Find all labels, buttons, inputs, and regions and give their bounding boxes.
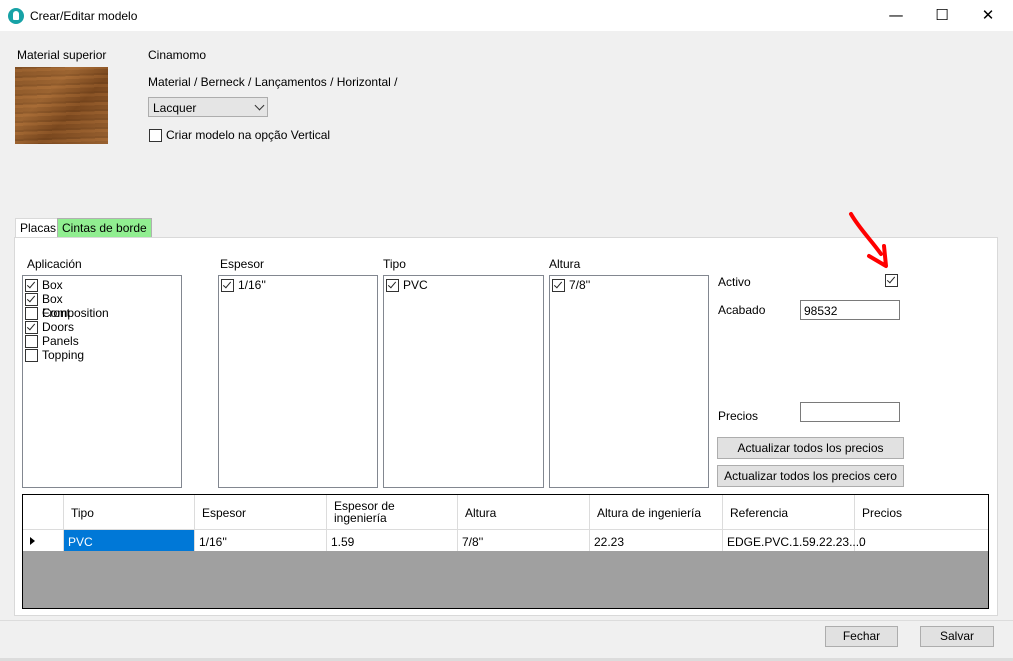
checkbox-doors[interactable] — [25, 321, 38, 334]
checkbox-panels[interactable] — [25, 335, 38, 348]
list-item-label: 7/8'' — [569, 278, 591, 292]
list-item-label: Box — [42, 278, 63, 292]
tab-placas[interactable]: Placas — [15, 218, 62, 238]
title-bar: Crear/Editar modelo — ☐ ✕ — [0, 0, 1013, 31]
maximize-button[interactable]: ☐ — [919, 0, 965, 31]
acabado-label: Acabado — [718, 303, 766, 317]
finish-select[interactable]: Lacquer — [148, 97, 268, 117]
chevron-down-icon — [254, 100, 265, 111]
grid-header: Tipo Espesor Espesor de ingeniería Altur… — [23, 495, 988, 529]
vertical-checkbox[interactable] — [149, 129, 162, 142]
acabado-input[interactable]: 98532 — [800, 300, 900, 320]
material-swatch — [15, 67, 108, 144]
altura-label: Altura — [549, 257, 581, 271]
tab-cintas-de-borde[interactable]: Cintas de borde — [57, 218, 152, 238]
close-window-button[interactable]: ✕ — [965, 0, 1011, 31]
column-header-espesor[interactable]: Espesor — [195, 495, 327, 529]
save-button[interactable]: Salvar — [920, 626, 994, 647]
footer-divider — [0, 620, 1013, 621]
column-header-tipo[interactable]: Tipo — [64, 495, 195, 529]
list-item-label: Panels — [42, 334, 79, 348]
cell-altura[interactable]: 7/8'' — [458, 529, 590, 551]
activo-checkbox[interactable] — [885, 274, 898, 287]
precios-input[interactable] — [800, 402, 900, 422]
espesor-list[interactable]: 1/16'' — [218, 275, 378, 488]
cell-tipo[interactable]: PVC — [64, 529, 195, 551]
edges-grid[interactable]: Tipo Espesor Espesor de ingeniería Altur… — [22, 494, 989, 609]
cell-espesor[interactable]: 1/16'' — [195, 529, 327, 551]
cell-precios[interactable]: 0 — [855, 529, 988, 551]
table-row[interactable]: PVC 1/16'' 1.59 7/8'' 22.23 EDGE.PVC.1.5… — [23, 529, 988, 551]
list-item-label: Composition — [42, 306, 109, 320]
aplicacion-label: Aplicación — [27, 257, 82, 271]
tipo-list[interactable]: PVC — [383, 275, 544, 488]
update-prices-zero-button[interactable]: Actualizar todos los precios cero — [717, 465, 904, 487]
activo-label: Activo — [718, 275, 751, 289]
checkbox-topping[interactable] — [25, 349, 38, 362]
app-icon — [8, 8, 24, 24]
column-header-referencia[interactable]: Referencia — [723, 495, 855, 529]
row-header[interactable] — [23, 529, 64, 551]
window-title: Crear/Editar modelo — [30, 9, 138, 23]
column-header-altura[interactable]: Altura — [458, 495, 590, 529]
annotation-arrow-icon — [849, 212, 888, 268]
list-item-label: Doors — [42, 320, 75, 334]
checkbox-espesor-1-16[interactable] — [221, 279, 234, 292]
material-name: Cinamomo — [148, 48, 207, 62]
precios-label: Precios — [718, 409, 759, 423]
material-path: Material / Berneck / Lançamentos / Horiz… — [148, 75, 398, 89]
row-header-corner — [23, 495, 64, 529]
list-item-label: 1/16'' — [238, 278, 266, 292]
checkbox-tipo-pvc[interactable] — [386, 279, 399, 292]
aplicacion-list[interactable]: Box Box Front Composition Doors Panels T… — [22, 275, 182, 488]
list-item-label: PVC — [403, 278, 428, 292]
minimize-button[interactable]: — — [873, 0, 919, 31]
cell-altura-ingenieria[interactable]: 22.23 — [590, 529, 723, 551]
espesor-label: Espesor — [220, 257, 265, 271]
material-label: Material superior — [17, 48, 107, 62]
checkbox-box[interactable] — [25, 279, 38, 292]
column-header-altura-ingenieria[interactable]: Altura de ingeniería — [590, 495, 723, 529]
checkbox-altura-7-8[interactable] — [552, 279, 565, 292]
checkbox-box-front[interactable] — [25, 293, 38, 306]
vertical-checkbox-label: Criar modelo na opção Vertical — [166, 128, 331, 142]
update-prices-button[interactable]: Actualizar todos los precios — [717, 437, 904, 459]
altura-list[interactable]: 7/8'' — [549, 275, 709, 488]
cell-referencia[interactable]: EDGE.PVC.1.59.22.23.... — [723, 529, 862, 551]
checkbox-composition[interactable] — [25, 307, 38, 320]
close-button[interactable]: Fechar — [825, 626, 898, 647]
cell-espesor-ingenieria[interactable]: 1.59 — [327, 529, 458, 551]
acabado-value: 98532 — [804, 304, 838, 318]
tipo-label: Tipo — [383, 257, 406, 271]
current-row-arrow-icon — [30, 537, 35, 545]
column-header-precios[interactable]: Precios — [855, 495, 988, 529]
list-item-label: Topping — [42, 348, 85, 362]
column-header-espesor-ingenieria[interactable]: Espesor de ingeniería — [327, 495, 458, 529]
finish-select-value: Lacquer — [153, 101, 197, 115]
